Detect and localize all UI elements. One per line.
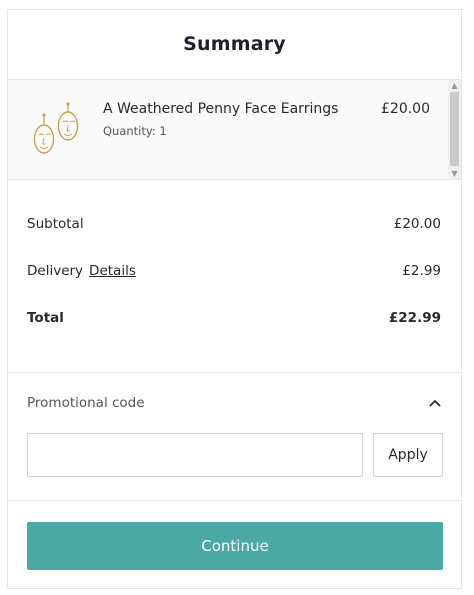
divider <box>8 372 461 373</box>
total-label: Total <box>27 310 64 326</box>
divider <box>8 500 461 501</box>
apply-button[interactable]: Apply <box>373 433 443 477</box>
cart-items-list[interactable]: ▲ ▼ <box>8 79 461 180</box>
scroll-thumb[interactable] <box>450 92 459 166</box>
delivery-label: Delivery <box>27 263 84 279</box>
delivery-row: Delivery Details <box>27 263 136 279</box>
item-quantity: Quantity: 1 <box>103 124 167 138</box>
face-earrings-thumbnail <box>33 102 79 154</box>
item-name: A Weathered Penny Face Earrings <box>103 101 339 117</box>
scroll-up-arrow-icon[interactable]: ▲ <box>450 81 459 90</box>
chevron-up-icon[interactable] <box>427 396 443 410</box>
order-summary-panel: Summary ▲ ▼ A Weathered Penny Face Earri… <box>7 9 462 589</box>
promo-code-input[interactable] <box>27 433 363 477</box>
promo-code-label: Promotional code <box>27 395 145 411</box>
delivery-details-link[interactable]: Details <box>89 263 136 279</box>
item-price: £20.00 <box>381 101 430 117</box>
scroll-down-arrow-icon[interactable]: ▼ <box>450 169 459 178</box>
delivery-value: £2.99 <box>402 263 441 279</box>
continue-button[interactable]: Continue <box>27 522 443 570</box>
subtotal-label: Subtotal <box>27 216 84 232</box>
summary-title: Summary <box>183 33 286 55</box>
subtotal-value: £20.00 <box>393 216 441 232</box>
total-value: £22.99 <box>388 310 441 326</box>
items-scrollbar[interactable]: ▲ ▼ <box>448 80 461 179</box>
